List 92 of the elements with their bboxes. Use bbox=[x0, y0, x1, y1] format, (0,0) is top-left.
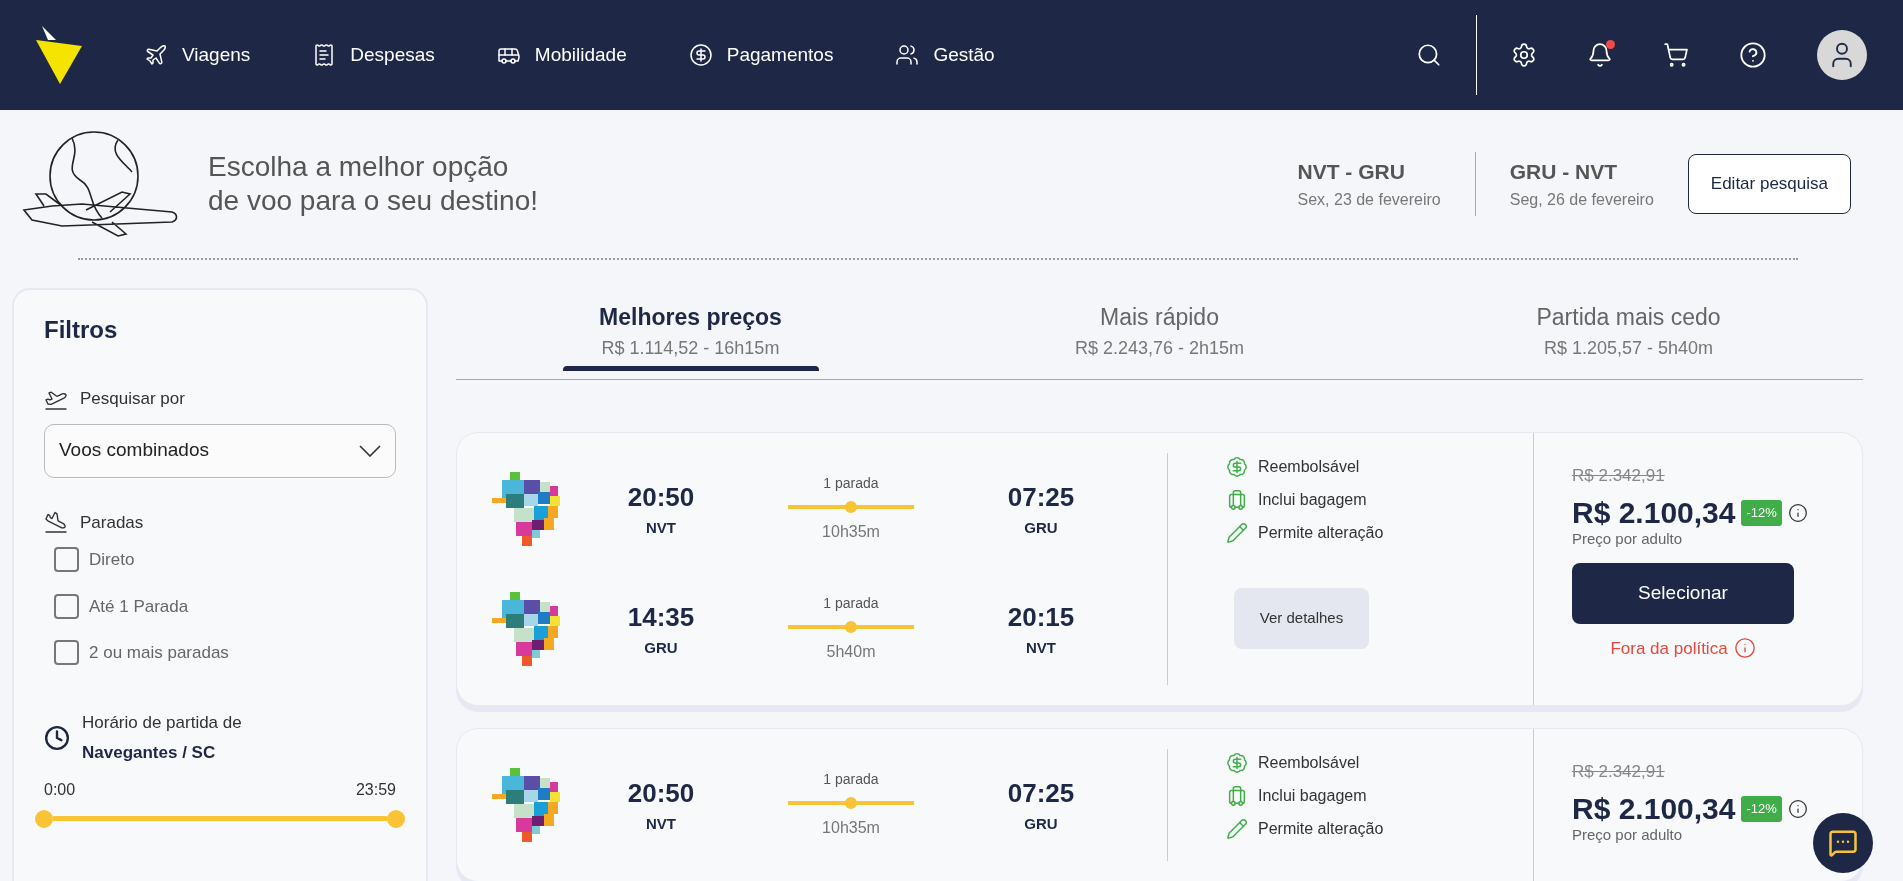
arrival-code: NVT bbox=[1026, 637, 1056, 658]
route-line-icon bbox=[788, 796, 914, 810]
stops-filter-label: Paradas bbox=[80, 511, 144, 534]
arrival-time: 07:25 bbox=[1007, 776, 1075, 810]
route-date: Seg, 26 de fevereiro bbox=[1509, 189, 1654, 210]
info-icon[interactable] bbox=[1787, 799, 1808, 819]
chevron-down-icon bbox=[359, 444, 381, 457]
avatar[interactable] bbox=[1817, 30, 1867, 80]
plane-landing-icon bbox=[44, 510, 68, 535]
settings-icon[interactable] bbox=[1511, 42, 1537, 68]
price-note: Preço por adulto bbox=[1572, 529, 1684, 549]
range-handle[interactable] bbox=[387, 809, 405, 828]
select-button[interactable]: Selecionar bbox=[1572, 562, 1794, 624]
time-range-slider[interactable] bbox=[35, 809, 405, 828]
route-line-icon bbox=[788, 500, 914, 514]
notifications-button[interactable] bbox=[1587, 42, 1613, 68]
dollar-badge-icon bbox=[1226, 456, 1248, 478]
departure-place: Navegantes / SC bbox=[82, 741, 217, 764]
price: R$ 2.100,34 bbox=[1572, 498, 1736, 528]
pencil-icon bbox=[1226, 818, 1248, 840]
checkbox[interactable] bbox=[54, 547, 79, 573]
arrival-time: 20:15 bbox=[1007, 600, 1075, 634]
info-icon[interactable] bbox=[1787, 503, 1808, 523]
route-code: GRU - NVT bbox=[1509, 159, 1619, 186]
arrival-time: 07:25 bbox=[1007, 480, 1075, 514]
policy-warning: Fora da política bbox=[1610, 637, 1728, 660]
sort-tab[interactable]: Melhores preços R$ 1.114,52 - 16h15m bbox=[456, 288, 925, 379]
route-line-icon bbox=[788, 620, 914, 634]
arrival-code: GRU bbox=[1024, 517, 1058, 538]
stops-label: 1 parada bbox=[823, 594, 879, 613]
departure-code: NVT bbox=[646, 517, 676, 538]
departure-time: 20:50 bbox=[627, 776, 695, 810]
departure-code: GRU bbox=[644, 637, 678, 658]
discount-badge: -12% bbox=[1741, 500, 1782, 526]
range-max: 23:59 bbox=[355, 779, 396, 800]
departure-code: NVT bbox=[646, 813, 676, 834]
range-handle[interactable] bbox=[35, 809, 53, 828]
arrival-code: GRU bbox=[1024, 813, 1058, 834]
logo-icon[interactable] bbox=[36, 26, 82, 84]
nav-link[interactable]: Gestão bbox=[895, 40, 995, 70]
feature-label: Inclui bagagem bbox=[1258, 786, 1367, 806]
stops-label: 1 parada bbox=[823, 474, 879, 493]
feature-label: Permite alteração bbox=[1258, 523, 1384, 543]
dollar-icon bbox=[688, 43, 713, 67]
dollar-badge-icon bbox=[1226, 752, 1248, 774]
cart-icon[interactable] bbox=[1663, 42, 1689, 68]
edit-search-button[interactable]: Editar pesquisa bbox=[1687, 154, 1851, 214]
duration: 10h35m bbox=[822, 522, 880, 542]
old-price: R$ 2.342,91 bbox=[1572, 760, 1666, 783]
departure-time: 14:35 bbox=[627, 600, 695, 634]
checkbox[interactable] bbox=[54, 593, 79, 619]
departure-label: Horário de partida de bbox=[82, 711, 242, 734]
checkbox-label: 2 ou mais paradas bbox=[89, 642, 229, 664]
search-by-dropdown[interactable]: Voos combinados bbox=[44, 423, 396, 478]
search-by-label: Pesquisar por bbox=[80, 388, 185, 410]
duration: 5h40m bbox=[826, 642, 876, 662]
range-min: 0:00 bbox=[44, 779, 76, 800]
checkbox[interactable] bbox=[54, 640, 79, 666]
luggage-icon bbox=[1226, 489, 1248, 511]
discount-badge: -12% bbox=[1741, 796, 1782, 822]
feature-label: Reembolsável bbox=[1258, 753, 1360, 773]
chat-icon bbox=[1828, 828, 1858, 858]
sort-tab[interactable]: Mais rápido R$ 2.243,76 - 2h15m bbox=[925, 288, 1394, 379]
clock-icon bbox=[44, 724, 70, 751]
nav-link[interactable]: Pagamentos bbox=[688, 40, 834, 70]
nav-link[interactable]: Viagens bbox=[144, 40, 251, 70]
stops-label: 1 parada bbox=[823, 770, 879, 789]
route-code: NVT - GRU bbox=[1297, 159, 1406, 186]
feature-label: Reembolsável bbox=[1258, 457, 1360, 477]
luggage-icon bbox=[1226, 785, 1248, 807]
feature-label: Permite alteração bbox=[1258, 819, 1384, 839]
nav-link[interactable]: Mobilidade bbox=[496, 40, 627, 70]
departure-time: 20:50 bbox=[627, 480, 695, 514]
route-date: Sex, 23 de fevereiro bbox=[1297, 189, 1441, 210]
sort-tab[interactable]: Partida mais cedo R$ 1.205,57 - 5h40m bbox=[1394, 288, 1863, 379]
plane-icon bbox=[144, 43, 168, 67]
nav-link[interactable]: Despesas bbox=[312, 40, 435, 70]
feature-label: Inclui bagagem bbox=[1258, 490, 1367, 510]
hero-heading: Escolha a melhor opção de voo para o seu destino! bbox=[208, 150, 538, 218]
pencil-icon bbox=[1226, 522, 1248, 544]
people-icon bbox=[895, 43, 920, 67]
checkbox-label: Direto bbox=[89, 549, 135, 571]
details-button[interactable]: Ver detalhes bbox=[1234, 587, 1369, 649]
duration: 10h35m bbox=[822, 818, 880, 838]
filters-title: Filtros bbox=[44, 315, 119, 345]
price: R$ 2.100,34 bbox=[1572, 794, 1736, 824]
old-price: R$ 2.342,91 bbox=[1572, 464, 1666, 487]
bell-icon bbox=[1587, 42, 1613, 68]
search-icon[interactable] bbox=[1416, 42, 1442, 68]
checkbox-label: Até 1 Parada bbox=[89, 595, 189, 618]
help-icon[interactable] bbox=[1739, 41, 1767, 69]
price-note: Preço por adulto bbox=[1572, 825, 1684, 845]
